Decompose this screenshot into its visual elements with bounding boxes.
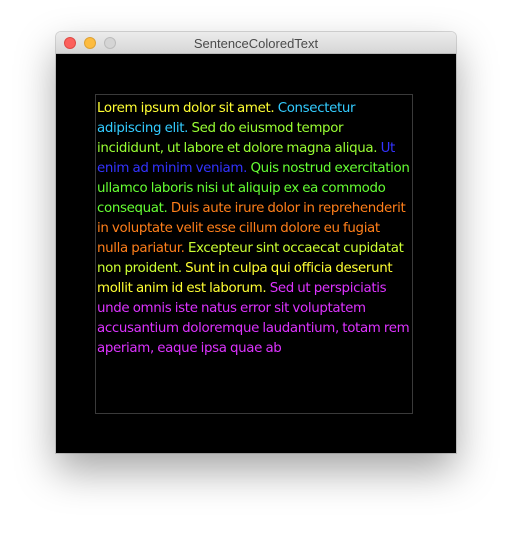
sentence: Lorem ipsum dolor sit amet. (97, 101, 275, 116)
app-window: SentenceColoredText Lorem ipsum dolor si… (56, 32, 456, 453)
colored-text-area[interactable]: Lorem ipsum dolor sit amet. Consectetur … (95, 94, 413, 414)
window-title: SentenceColoredText (193, 36, 319, 51)
window-content: Lorem ipsum dolor sit amet. Consectetur … (56, 54, 456, 453)
title-bar[interactable]: SentenceColoredText (56, 32, 456, 54)
